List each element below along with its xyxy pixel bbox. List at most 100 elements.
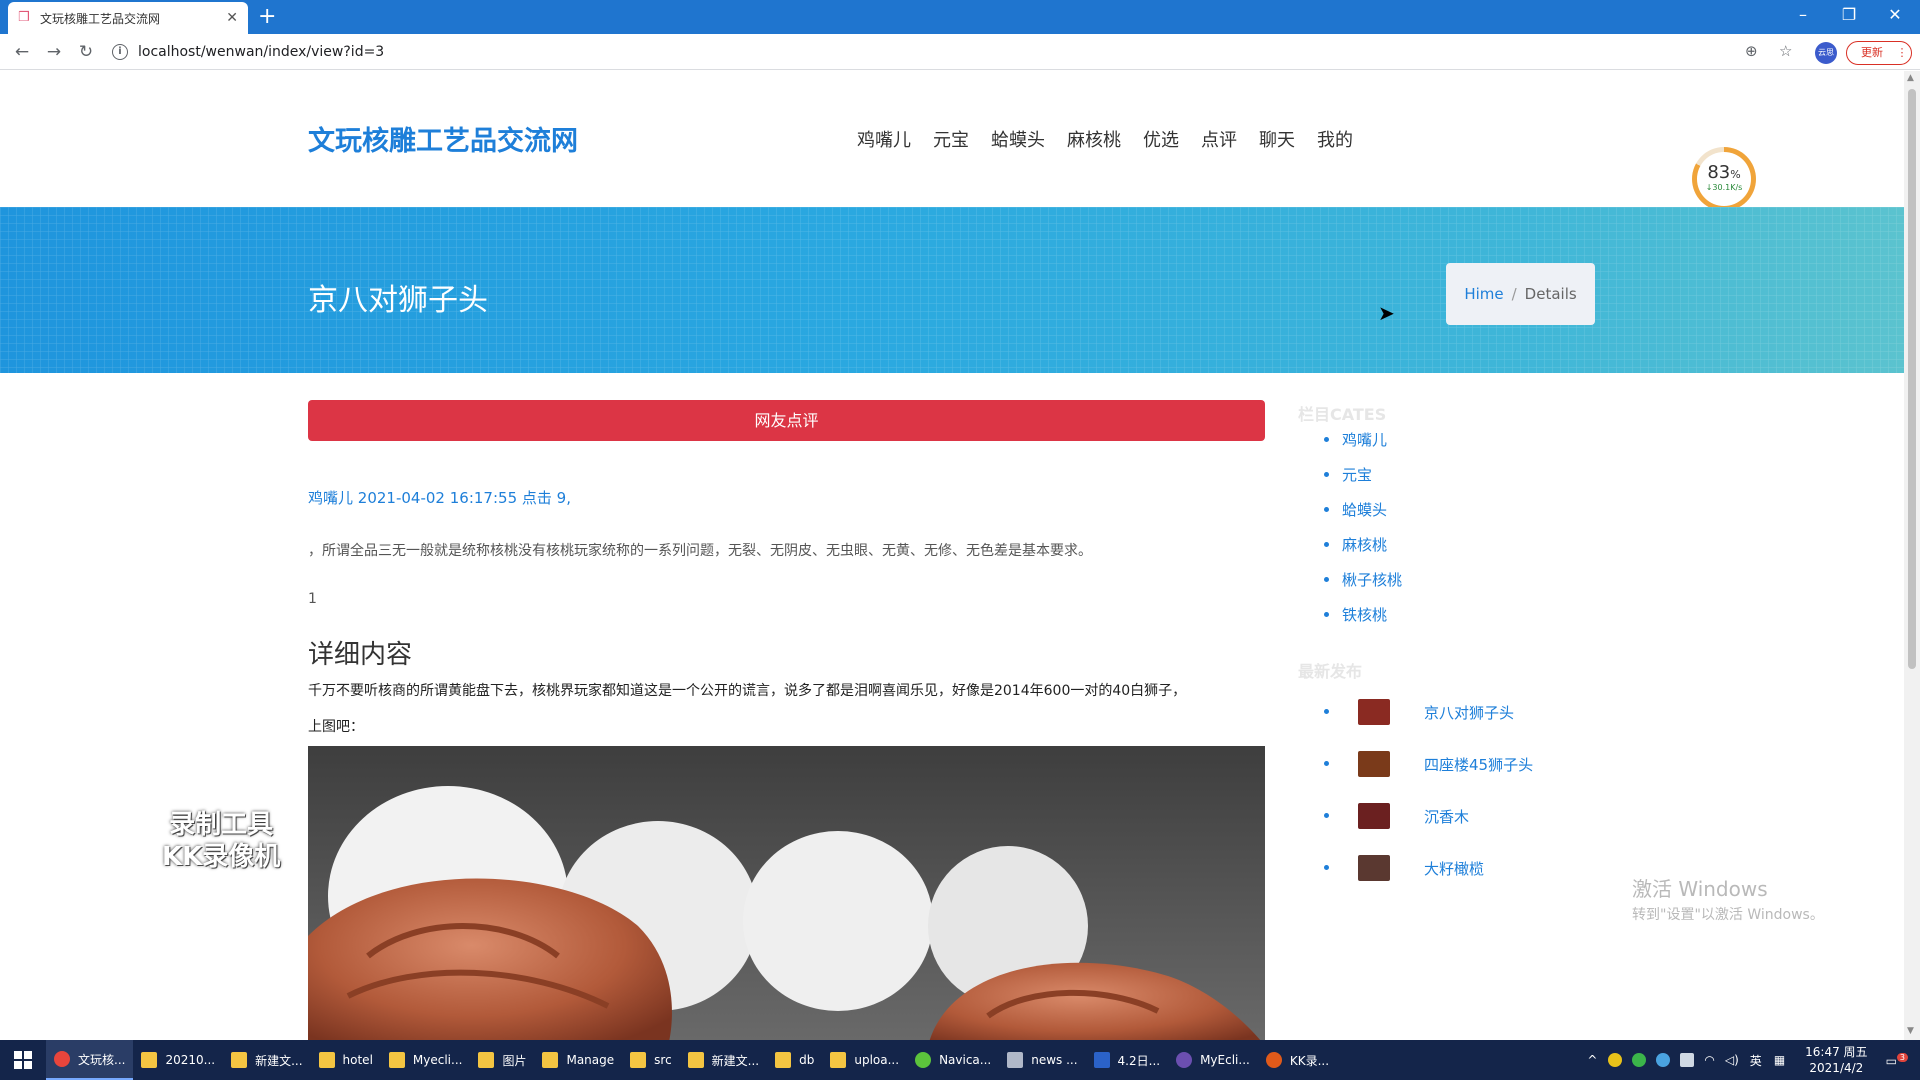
page-scrollbar[interactable]: ▲ ▼ bbox=[1904, 71, 1920, 1040]
sidebar-recent-heading: 最新发布 bbox=[1298, 662, 1363, 681]
system-clock[interactable]: 16:47 周五 2021/4/2 bbox=[1805, 1044, 1867, 1076]
browser-tab[interactable]: ❒ 文玩核雕工艺品交流网 ✕ bbox=[8, 2, 248, 34]
taskbar-item[interactable]: uploa... bbox=[822, 1040, 907, 1080]
taskbar-item[interactable]: 新建文... bbox=[680, 1040, 767, 1080]
category-item[interactable]: 楸子核桃 bbox=[1322, 569, 1402, 604]
speed-widget[interactable]: 83% ↓30.1K/s bbox=[1692, 147, 1756, 211]
meta-category[interactable]: 鸡嘴儿 bbox=[308, 489, 353, 507]
taskbar-label: news ... bbox=[1031, 1053, 1078, 1067]
start-button[interactable] bbox=[0, 1040, 46, 1080]
site-info-icon[interactable]: i bbox=[112, 44, 128, 60]
wifi-icon[interactable]: ◠ bbox=[1704, 1053, 1714, 1067]
browser-toolbar: ← → ↻ i localhost/wenwan/index/view?id=3… bbox=[0, 34, 1920, 70]
article-paragraph-1: 千万不要听核商的所谓黄能盘下去，核桃界玩家都知道这是一个公开的谎言，说多了都是泪… bbox=[308, 683, 1187, 699]
nav-mahetao[interactable]: 麻核桃 bbox=[1067, 126, 1121, 152]
category-item[interactable]: 元宝 bbox=[1322, 464, 1402, 499]
recent-item[interactable]: 沉香木 bbox=[1322, 790, 1533, 842]
category-item[interactable]: 铁核桃 bbox=[1322, 604, 1402, 639]
article-meta: 鸡嘴儿 2021-04-02 16:17:55 点击 9, bbox=[308, 487, 571, 508]
breadcrumb-current: Details bbox=[1524, 285, 1577, 303]
tray-app-icon[interactable] bbox=[1656, 1053, 1671, 1067]
clock-date: 2021/4/2 bbox=[1809, 1061, 1864, 1075]
notification-center-icon[interactable]: ▭ 3 bbox=[1886, 1052, 1908, 1068]
taskbar-item[interactable]: db bbox=[767, 1040, 822, 1080]
reload-icon[interactable]: ↻ bbox=[74, 40, 98, 64]
scroll-up-icon[interactable]: ▲ bbox=[1907, 73, 1914, 83]
minimize-icon[interactable]: – bbox=[1780, 0, 1826, 30]
taskbar-item[interactable]: hotel bbox=[311, 1040, 381, 1080]
comments-button[interactable]: 网友点评 bbox=[308, 400, 1265, 441]
recent-item[interactable]: 四座楼45狮子头 bbox=[1322, 738, 1533, 790]
breadcrumb-home[interactable]: Hime bbox=[1464, 285, 1503, 303]
windows-taskbar: 文玩核... 20210... 新建文... hotel Myecli... 图… bbox=[0, 1040, 1920, 1080]
nav-dianping[interactable]: 点评 bbox=[1201, 126, 1237, 152]
tab-title: 文玩核雕工艺品交流网 bbox=[40, 11, 161, 26]
battery-icon[interactable] bbox=[1680, 1053, 1695, 1067]
tray-app-icon[interactable] bbox=[1632, 1053, 1647, 1067]
category-item[interactable]: 麻核桃 bbox=[1322, 534, 1402, 569]
news-icon bbox=[1007, 1052, 1024, 1068]
profile-avatar[interactable]: 云思 bbox=[1815, 42, 1837, 64]
address-bar[interactable]: i localhost/wenwan/index/view?id=3 bbox=[112, 39, 1792, 65]
recent-label: 大籽橄榄 bbox=[1424, 859, 1485, 878]
taskbar-item[interactable]: 20210... bbox=[133, 1040, 223, 1080]
taskbar-item[interactable]: 图片 bbox=[470, 1040, 534, 1080]
volume-icon[interactable]: ◁) bbox=[1725, 1053, 1739, 1067]
recorder-watermark: 录制工具 KK录像机 bbox=[162, 809, 280, 873]
ime-indicator[interactable]: 英 bbox=[1750, 1052, 1762, 1069]
chrome-icon bbox=[54, 1051, 70, 1067]
update-button[interactable]: 更新 ⋮ bbox=[1846, 41, 1912, 65]
taskbar-item[interactable]: MyEcli... bbox=[1168, 1040, 1258, 1080]
keyboard-icon[interactable]: ▦ bbox=[1774, 1053, 1785, 1067]
recent-thumbnail bbox=[1358, 699, 1390, 725]
taskbar-label: src bbox=[654, 1053, 672, 1067]
recent-item[interactable]: 京八对狮子头 bbox=[1322, 686, 1533, 738]
taskbar-item[interactable]: 新建文... bbox=[223, 1040, 310, 1080]
page-banner: 京八对狮子头 Hime / Details bbox=[0, 207, 1904, 373]
back-icon[interactable]: ← bbox=[10, 40, 34, 64]
nav-hamatou[interactable]: 蛤蟆头 bbox=[991, 126, 1045, 152]
speed-widget-inner: 83% ↓30.1K/s bbox=[1697, 152, 1751, 206]
scrollbar-thumb[interactable] bbox=[1908, 89, 1916, 669]
recent-label: 京八对狮子头 bbox=[1424, 703, 1515, 722]
main-nav: 鸡嘴儿 元宝 蛤蟆头 麻核桃 优选 点评 聊天 我的 bbox=[846, 126, 1364, 152]
taskbar-item[interactable]: 文玩核... bbox=[46, 1040, 134, 1080]
tray-app-icon[interactable] bbox=[1608, 1053, 1623, 1067]
recent-thumbnail bbox=[1358, 803, 1390, 829]
taskbar-item[interactable]: KK录... bbox=[1258, 1040, 1337, 1080]
taskbar-item[interactable]: Myecli... bbox=[381, 1040, 471, 1080]
meta-datetime: 2021-04-02 16:17:55 bbox=[357, 489, 518, 507]
taskbar-item[interactable]: Navica... bbox=[907, 1040, 999, 1080]
close-tab-icon[interactable]: ✕ bbox=[226, 10, 238, 26]
restore-icon[interactable]: ❐ bbox=[1826, 0, 1872, 30]
taskbar-item[interactable]: 4.2日... bbox=[1086, 1040, 1169, 1080]
breadcrumb: Hime / Details bbox=[1446, 263, 1595, 325]
new-tab-icon[interactable]: + bbox=[258, 4, 276, 30]
update-label: 更新 bbox=[1861, 46, 1883, 59]
taskbar-item[interactable]: src bbox=[622, 1040, 680, 1080]
notification-count: 3 bbox=[1896, 1052, 1908, 1062]
forward-icon[interactable]: → bbox=[42, 40, 66, 64]
nav-liaotian[interactable]: 聊天 bbox=[1259, 126, 1295, 152]
zoom-icon[interactable]: ⊕ bbox=[1745, 42, 1758, 60]
folder-icon bbox=[141, 1052, 158, 1068]
folder-icon bbox=[542, 1052, 559, 1068]
category-item[interactable]: 蛤蟆头 bbox=[1322, 499, 1402, 534]
nav-jizuier[interactable]: 鸡嘴儿 bbox=[857, 126, 911, 152]
window-close-icon[interactable]: ✕ bbox=[1872, 0, 1918, 30]
taskbar-label: 新建文... bbox=[255, 1053, 303, 1068]
scroll-down-icon[interactable]: ▼ bbox=[1907, 1026, 1914, 1036]
taskbar-label: MyEcli... bbox=[1200, 1053, 1250, 1067]
speed-percent: 83% bbox=[1707, 162, 1741, 183]
nav-youxuan[interactable]: 优选 bbox=[1143, 126, 1179, 152]
taskbar-label: Manage bbox=[566, 1053, 615, 1067]
taskbar-item[interactable]: Manage bbox=[534, 1040, 622, 1080]
nav-wode[interactable]: 我的 bbox=[1317, 126, 1353, 152]
show-hidden-icons-icon[interactable]: ^ bbox=[1587, 1053, 1597, 1067]
nav-yuanbao[interactable]: 元宝 bbox=[933, 126, 969, 152]
category-item[interactable]: 鸡嘴儿 bbox=[1322, 429, 1402, 464]
bookmark-star-icon[interactable]: ☆ bbox=[1779, 42, 1792, 60]
recent-item[interactable]: 大籽橄榄 bbox=[1322, 842, 1533, 894]
site-logo[interactable]: 文玩核雕工艺品交流网 bbox=[308, 119, 578, 158]
taskbar-item[interactable]: news ... bbox=[999, 1040, 1085, 1080]
